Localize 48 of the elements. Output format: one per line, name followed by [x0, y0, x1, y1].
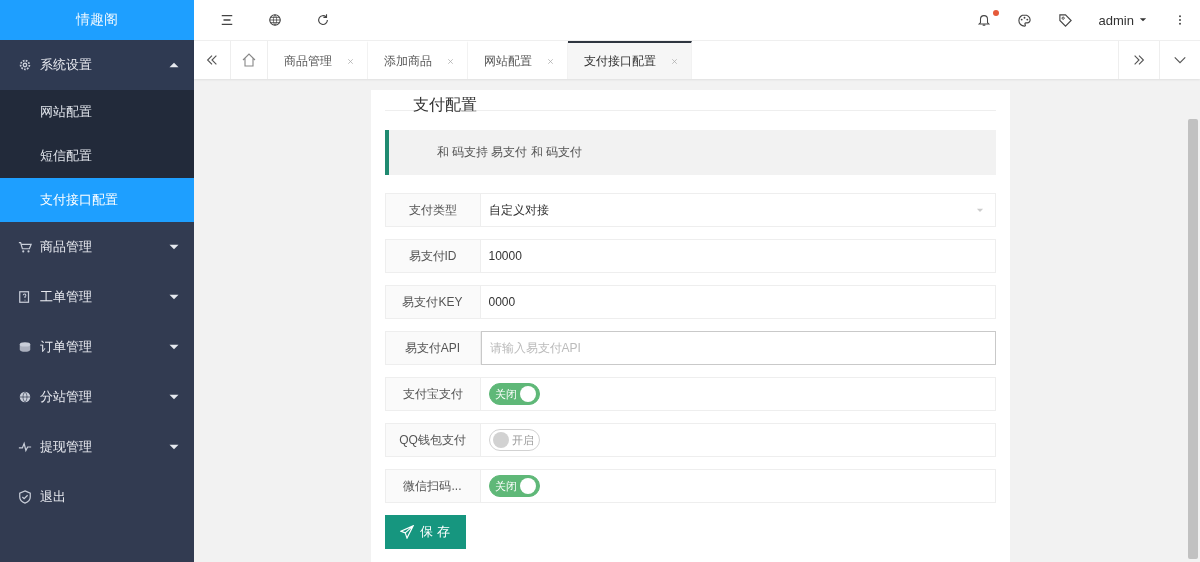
gear-icon — [18, 58, 32, 72]
sidebar-item[interactable]: 商品管理 — [0, 222, 194, 272]
sidebar-item[interactable]: 工单管理 — [0, 272, 194, 322]
page-tab[interactable]: 添加商品 — [368, 41, 468, 79]
user-name[interactable]: admin — [1098, 12, 1134, 28]
field-label: 支付类型 — [384, 193, 481, 227]
page-tab[interactable]: 支付接口配置 — [568, 41, 692, 79]
send-icon — [400, 525, 415, 539]
text-field[interactable]: 0000 — [480, 285, 996, 319]
close-icon — [546, 56, 555, 66]
close-icon — [670, 56, 679, 66]
submenu-item[interactable]: 网站配置 — [0, 90, 194, 134]
field-label: 易支付KEY — [384, 285, 481, 319]
submenu-item[interactable]: 短信配置 — [0, 134, 194, 178]
page-tab[interactable]: 商品管理 — [268, 41, 368, 79]
card-title: 支付配置 — [412, 96, 477, 114]
app-logo-title: 情趣阁 — [76, 11, 118, 29]
sidebar-item[interactable]: 分站管理 — [0, 372, 194, 422]
field-label: QQ钱包支付 — [384, 423, 481, 457]
palette-icon — [1016, 12, 1032, 28]
globe-icon — [268, 13, 282, 27]
refresh-icon — [316, 13, 330, 27]
stack-icon — [18, 340, 32, 354]
save-button[interactable]: 保 存 — [384, 515, 466, 549]
field-label: 易支付API — [384, 331, 481, 365]
bell-icon — [976, 13, 991, 27]
double-chevron-left-icon — [205, 53, 219, 67]
cart-icon — [18, 240, 32, 254]
tag-icon — [1057, 12, 1073, 28]
text-field[interactable]: 10000 — [480, 239, 996, 273]
field-label: 支付宝支付 — [384, 377, 481, 411]
globe-icon — [18, 390, 32, 404]
scrollbar[interactable] — [1188, 119, 1198, 559]
sidebar-item[interactable]: 提现管理 — [0, 422, 194, 472]
field-label: 易支付ID — [384, 239, 481, 273]
text-field[interactable]: 请输入易支付API — [480, 331, 996, 365]
sidebar-item[interactable]: 订单管理 — [0, 322, 194, 372]
close-icon — [446, 56, 455, 66]
ticket-icon — [18, 290, 32, 304]
field-label: 微信扫码... — [384, 469, 481, 503]
menu-icon — [220, 13, 234, 27]
close-icon — [346, 56, 355, 66]
notice-text: 和 码支持 易支付 和 码支付 — [436, 144, 582, 161]
pulse-icon — [18, 440, 32, 454]
home-icon — [241, 52, 257, 68]
sidebar-item[interactable]: 退出 — [0, 472, 194, 522]
shield-icon — [18, 490, 32, 504]
double-chevron-right-icon — [1132, 53, 1146, 67]
